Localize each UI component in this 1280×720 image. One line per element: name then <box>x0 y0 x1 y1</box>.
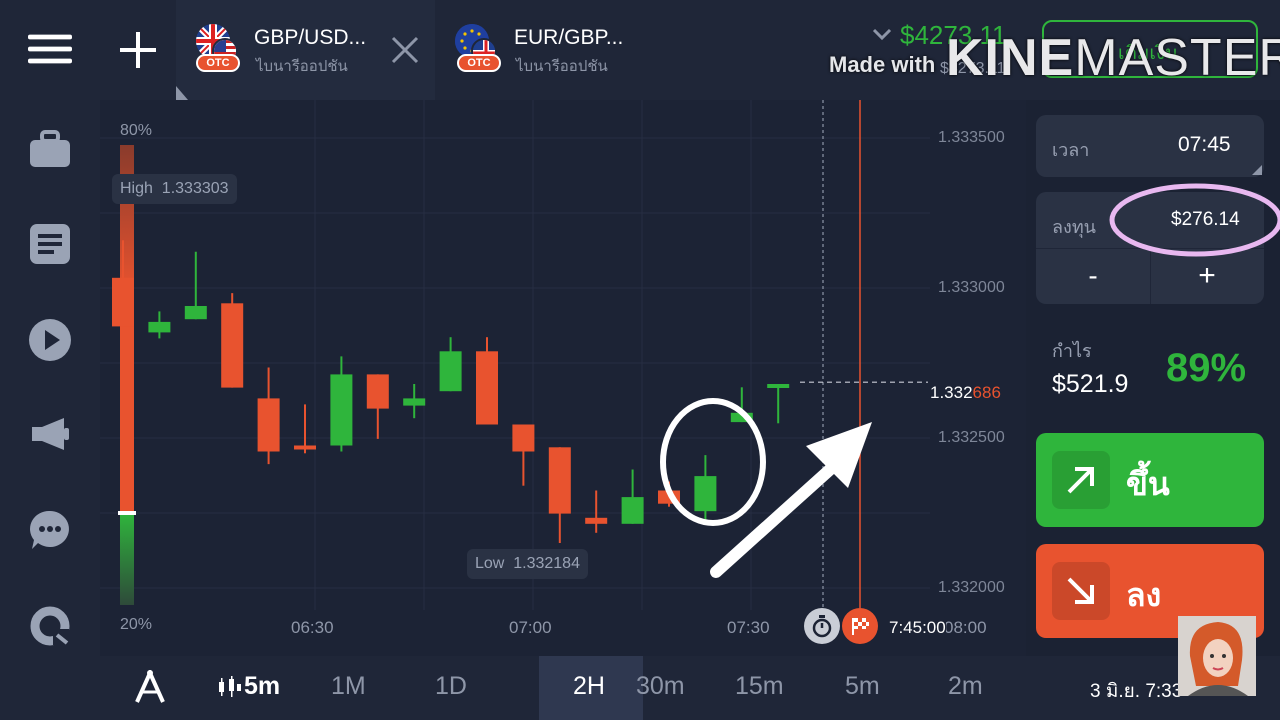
timeframe-2m[interactable]: 2m <box>948 672 983 701</box>
highlight-circle <box>660 398 766 526</box>
tab-subtitle: ไบนารีออปชัน <box>516 58 608 75</box>
drawing-tools-icon[interactable] <box>134 670 166 704</box>
otc-badge: OTC <box>457 54 501 72</box>
timeframe-1D[interactable]: 1D <box>435 672 467 701</box>
otc-badge: OTC <box>196 54 240 72</box>
annotation-layer <box>660 398 872 578</box>
timeframe-2H-selected[interactable]: 2H <box>539 656 643 720</box>
megaphone-icon[interactable] <box>28 412 72 456</box>
up-button-label: ขึ้น <box>1126 466 1170 502</box>
tab-subtitle: ไบนารีออปชัน <box>256 58 348 75</box>
tab-corner-icon <box>176 86 188 100</box>
time-label: เวลา <box>1052 140 1090 160</box>
candle-interval-button[interactable]: 5m <box>216 672 280 701</box>
time-value: 07:45 <box>1178 133 1231 156</box>
streamer-avatar <box>1178 616 1256 696</box>
support-icon[interactable] <box>28 604 72 648</box>
candle-interval-label: 5m <box>244 672 281 700</box>
profit-label: กำไร <box>1052 341 1092 361</box>
chat-icon[interactable] <box>28 508 72 552</box>
play-icon[interactable] <box>28 318 72 362</box>
timeframe-5m[interactable]: 5m <box>845 672 880 701</box>
corner-indicator-icon <box>1252 165 1262 175</box>
profit-percent: 89% <box>1166 346 1247 390</box>
top-bar: OTC GBP/USD... ไบนารีออปชัน OTC EUR/GBP.… <box>100 0 1280 100</box>
timeframe-15m[interactable]: 15m <box>735 672 784 701</box>
asset-tab-eurgbp[interactable]: OTC EUR/GBP... ไบนารีออปชัน <box>437 0 697 100</box>
plus-icon <box>120 32 156 68</box>
timeframe-1M[interactable]: 1M <box>331 672 366 701</box>
close-icon <box>391 36 419 64</box>
arrow-down-right-icon <box>1052 562 1110 620</box>
highlight-ellipse <box>1109 183 1280 257</box>
timeframe-30m[interactable]: 30m <box>636 672 685 701</box>
down-button-label: ลง <box>1126 577 1162 613</box>
date-time-label: 3 มิ.ย. 7:33 <box>1090 681 1183 702</box>
app-root: OTC GBP/USD... ไบนารีออปชัน OTC EUR/GBP.… <box>0 0 1280 720</box>
tab-title: EUR/GBP... <box>514 26 624 49</box>
price-chart[interactable]: 80% 20% High 1.333303 Low 1.332184 1.333… <box>100 100 1026 656</box>
close-tab-button[interactable] <box>375 0 435 100</box>
timeframe-2H-label: 2H <box>573 672 605 700</box>
tab-title: GBP/USD... <box>254 26 367 49</box>
watermark-text: Made with <box>829 52 936 77</box>
watermark-logo: KINEMASTER <box>946 29 1280 87</box>
profit-value: $521.9 <box>1052 370 1129 398</box>
up-button[interactable]: ขึ้น <box>1036 433 1264 527</box>
left-sidebar <box>0 0 100 656</box>
menu-icon[interactable] <box>28 27 72 71</box>
invest-label: ลงทุน <box>1052 217 1096 237</box>
chevron-down-icon[interactable] <box>872 28 892 42</box>
document-icon[interactable] <box>28 222 72 266</box>
arrow-up-right-icon <box>1052 451 1110 509</box>
add-asset-button[interactable] <box>100 0 176 100</box>
briefcase-icon[interactable] <box>28 127 72 171</box>
time-selector[interactable]: เวลา 07:45 <box>1036 115 1264 177</box>
candlestick-icon <box>219 676 241 698</box>
